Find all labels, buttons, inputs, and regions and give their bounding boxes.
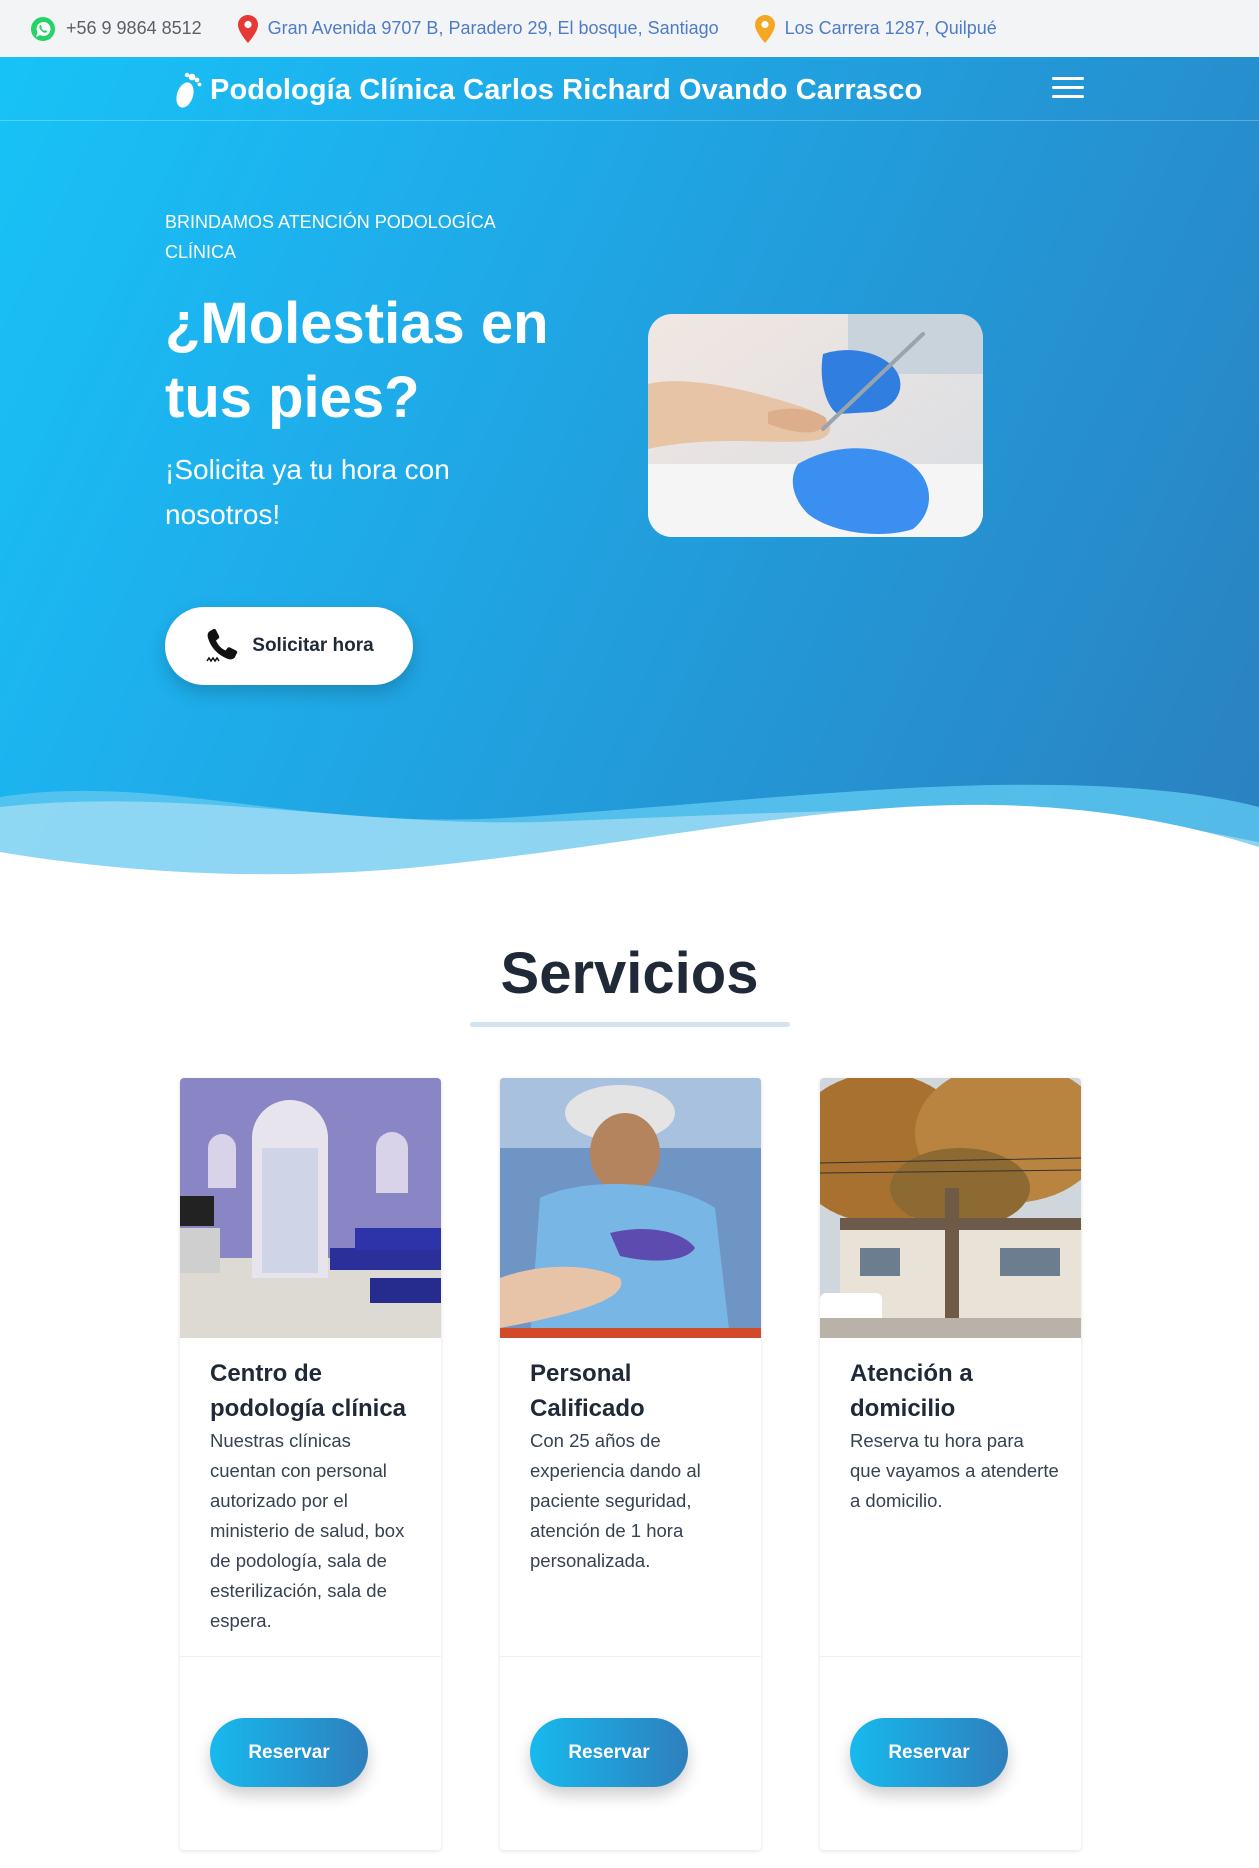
service-card-title: Centro de podología clínica <box>210 1360 407 1422</box>
clinic-exterior-photo <box>820 1078 1081 1338</box>
reserve-button-home-visit[interactable]: Reservar <box>850 1718 1008 1787</box>
hero-subline: ¡Solicita ya tu hora con nosotros! <box>165 454 450 530</box>
map-pin-orange-icon <box>754 14 775 43</box>
map-pin-red-icon <box>237 14 258 43</box>
phone-icon <box>204 627 242 665</box>
podiatrist-at-work-photo <box>500 1078 761 1338</box>
brand-name: Podología Clínica Carlos Richard Ovando … <box>210 73 923 106</box>
address-link-santiago[interactable]: Gran Avenida 9707 B, Paradero 29, El bos… <box>268 18 719 39</box>
whatsapp-icon <box>30 16 56 42</box>
address-quilpue[interactable]: Los Carrera 1287, Quilpué <box>754 14 997 43</box>
card-divider <box>500 1656 761 1657</box>
podiatry-treatment-photo <box>648 314 983 537</box>
top-info-bar: +56 9 9864 8512 Gran Avenida 9707 B, Par… <box>0 0 1259 57</box>
services-title: Servicios <box>500 941 759 1006</box>
card-divider <box>180 1656 441 1657</box>
service-card-clinic: Centro de podología clínica Nuestras clí… <box>180 1078 441 1850</box>
service-card-text: Nuestras clínicas cuentan con personal a… <box>210 1430 405 1631</box>
address-santiago[interactable]: Gran Avenida 9707 B, Paradero 29, El bos… <box>237 14 719 43</box>
hamburger-menu-icon[interactable] <box>1052 77 1084 101</box>
address-link-quilpue[interactable]: Los Carrera 1287, Quilpué <box>785 18 997 39</box>
service-card-title: Atención a domicilio <box>850 1360 973 1422</box>
navbar: Podología Clínica Carlos Richard Ovando … <box>0 57 1259 121</box>
hero-headline: ¿Molestias en tus pies? <box>165 291 549 430</box>
service-card-title: Personal Calificado <box>530 1360 645 1422</box>
card-divider <box>820 1656 1081 1657</box>
hero-wave-divider <box>0 784 1259 897</box>
reserve-button-staff[interactable]: Reservar <box>530 1718 688 1787</box>
phone-number[interactable]: +56 9 9864 8512 <box>66 18 202 39</box>
clinic-waiting-room-photo <box>180 1078 441 1338</box>
request-appointment-label: Solicitar hora <box>252 635 374 656</box>
phone-contact[interactable]: +56 9 9864 8512 <box>30 16 202 42</box>
hero-section: Podología Clínica Carlos Richard Ovando … <box>0 57 1259 897</box>
service-card-text: Reserva tu hora para que vayamos a atend… <box>850 1430 1059 1511</box>
service-card-text: Con 25 años de experiencia dando al paci… <box>530 1430 701 1571</box>
reserve-button-clinic[interactable]: Reservar <box>210 1718 368 1787</box>
request-appointment-button[interactable]: Solicitar hora <box>165 607 413 685</box>
service-card-qualified-staff: Personal Calificado Con 25 años de exper… <box>500 1078 761 1850</box>
foot-logo-icon <box>172 69 202 111</box>
title-underline <box>470 1022 790 1027</box>
brand-link[interactable]: Podología Clínica Carlos Richard Ovando … <box>172 69 922 111</box>
service-card-home-visit: Atención a domicilio Reserva tu hora par… <box>820 1078 1081 1850</box>
hero-eyebrow: BRINDAMOS ATENCIÓN PODOLOGÍCA CLÍNICA <box>165 212 495 262</box>
